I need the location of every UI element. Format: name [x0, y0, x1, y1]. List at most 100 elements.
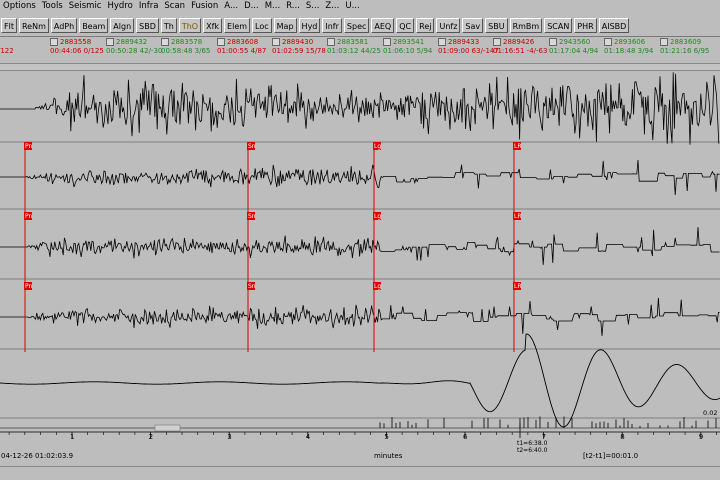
scroll-thumb[interactable]	[154, 424, 181, 432]
menu-tools-1[interactable]: Tools	[39, 0, 66, 13]
toolbar-button-sbu[interactable]: SBU	[485, 17, 508, 33]
minutes-label: minutes	[374, 452, 403, 460]
menu-scan-5[interactable]: Scan	[161, 0, 188, 13]
origin-checkbox[interactable]	[272, 38, 280, 46]
origin-time: 01:16:51 -4/-63	[493, 47, 548, 55]
phase-pick-label: Lg	[374, 283, 381, 290]
toolbar-button-renm[interactable]: ReNm	[18, 17, 49, 33]
origin-entry[interactable]: 2883609 01:21:16 6/95	[660, 38, 709, 56]
menu-d-8[interactable]: D...	[241, 0, 262, 13]
toolbar-button-algn[interactable]: Algn	[110, 17, 135, 33]
menu-u-13[interactable]: U...	[342, 0, 362, 13]
origin-entry[interactable]: 2889432 00:50:28 42/-30	[106, 38, 162, 56]
toolbar-button-xfk[interactable]: Xfk	[203, 17, 223, 33]
time-axis-tick-label: 2	[149, 433, 153, 441]
origin-entry[interactable]: 2883578 00:58:48 3/65	[161, 38, 210, 56]
origin-entry[interactable]: 2883558 00:44:06 0/125	[50, 38, 104, 56]
origin-checkbox[interactable]	[493, 38, 501, 46]
origin-checkbox[interactable]	[106, 38, 114, 46]
toolbar-button-sbd[interactable]: SBD	[136, 17, 159, 33]
toolbar-button-infr[interactable]: Infr	[322, 17, 342, 33]
toolbar-button-tho[interactable]: ThO	[178, 17, 202, 33]
phase-pick-label: Pn	[25, 283, 33, 290]
toolbar-button-rej[interactable]: Rej	[416, 17, 435, 33]
origin-checkbox[interactable]	[327, 38, 335, 46]
menu-bar: Options Tools Seismic Hydro Infra Scan Fusion A…	[0, 0, 720, 13]
beam-trace[interactable]	[0, 72, 720, 145]
origin-checkbox[interactable]	[383, 38, 391, 46]
menu-s-11[interactable]: S...	[303, 0, 323, 13]
toolbar-button-sav[interactable]: Sav	[462, 17, 484, 33]
origin-checkbox[interactable]	[604, 38, 612, 46]
origin-entry[interactable]: 2893541 01:06:10 5/94	[383, 38, 432, 56]
origin-id: 2889426	[503, 38, 535, 46]
bottom-track[interactable]	[0, 466, 720, 480]
menu-infra-4[interactable]: Infra	[136, 0, 162, 13]
origin-entry[interactable]: 2889430 01:02:59 15/78	[272, 38, 326, 56]
origin-entry[interactable]: 2889426 01:16:51 -4/-63	[493, 38, 547, 56]
menu-z-12[interactable]: Z...	[322, 0, 342, 13]
menu-hydro-3[interactable]: Hydro	[104, 0, 135, 13]
toolbar-button-phr[interactable]: PHR	[574, 17, 597, 33]
menu-a-7[interactable]: A...	[221, 0, 241, 13]
origin-entry[interactable]: 2883581 01:03:12 44/25	[327, 38, 381, 56]
toolbar-button-spec[interactable]: Spec	[343, 17, 370, 33]
time-axis-tick-label: 1	[70, 433, 74, 441]
origin-checkbox[interactable]	[660, 38, 668, 46]
origin-entry[interactable]: 2889433 01:09:00 63/-147	[438, 38, 499, 56]
origin-id: 2883558	[60, 38, 92, 46]
origin-checkbox[interactable]	[438, 38, 446, 46]
toolbar-button-flt[interactable]: Flt	[1, 17, 17, 33]
phase-pick-label: Lg	[374, 213, 381, 220]
time-axis-tick-label: 4	[306, 433, 311, 441]
menu-fusion-6[interactable]: Fusion	[188, 0, 221, 13]
waveform-display[interactable]: Pn Sn Lg LRPn Sn Lg LRPn Sn Lg LR0.021 2 3 4 5 6 7 8 9t1=…	[0, 72, 720, 452]
origin-time: 01:00:55 4/87	[217, 47, 267, 55]
seismic-trace[interactable]	[0, 227, 720, 265]
toolbar-button-loc[interactable]: Loc	[252, 17, 272, 33]
toolbar-button-scan[interactable]: SCAN	[544, 17, 573, 33]
time-scroll-strip[interactable]	[0, 63, 720, 71]
origin-checkbox[interactable]	[50, 38, 58, 46]
origin-entry[interactable]: 2883608 01:00:55 4/87	[217, 38, 266, 56]
origin-entry[interactable]: /122	[0, 38, 14, 56]
origin-entry[interactable]: 2943560 01:17:04 4/94	[549, 38, 598, 56]
menu-options-0[interactable]: Options	[0, 0, 39, 13]
menu-seismic-2[interactable]: Seismic	[66, 0, 105, 13]
origin-checkbox[interactable]	[549, 38, 557, 46]
toolbar-button-aeq[interactable]: AEQ	[371, 17, 395, 33]
toolbar-button-elem[interactable]: Elem	[224, 17, 251, 33]
time-axis-tick-label: 8	[620, 433, 624, 441]
toolbar-button-qc[interactable]: QC	[396, 17, 415, 33]
toolbar-button-rmbm[interactable]: RmBm	[509, 17, 543, 33]
toolbar-button-beam[interactable]: Beam	[79, 17, 109, 33]
toolbar-button-adph[interactable]: AdPh	[50, 17, 78, 33]
seismic-trace[interactable]	[0, 297, 720, 336]
long-period-trace[interactable]	[0, 333, 720, 428]
toolbar: Flt ReNm AdPh Beam Algn SBD Th ThO Xfk Elem Loc Map…	[0, 15, 720, 35]
origin-checkbox[interactable]	[161, 38, 169, 46]
scale-value: 0.02	[703, 409, 717, 417]
menu-r-10[interactable]: R...	[283, 0, 303, 13]
toolbar-button-unfz[interactable]: Unfz	[436, 17, 461, 33]
origin-id: 2883578	[171, 38, 203, 46]
origin-id: 2889432	[116, 38, 148, 46]
toolbar-button-map[interactable]: Map	[273, 17, 297, 33]
origin-entry[interactable]: 2893606 01:18:48 3/94	[604, 38, 653, 56]
origin-time: 01:03:12 44/25	[327, 47, 381, 55]
start-time-label: 04-12-26 01:02:03.9	[1, 452, 74, 460]
cursor-t1-label: t1=6:38.0	[517, 440, 548, 447]
origin-time: 00:50:28 42/-30	[106, 47, 163, 55]
time-axis-tick-label: 6	[463, 433, 468, 441]
toolbar-button-hyd[interactable]: Hyd	[298, 17, 321, 33]
toolbar-button-aisbd[interactable]: AISBD	[598, 17, 630, 33]
menu-m-9[interactable]: M...	[262, 0, 283, 13]
toolbar-button-th[interactable]: Th	[160, 17, 177, 33]
origin-id: 2883581	[337, 38, 369, 46]
seismic-trace[interactable]	[0, 159, 720, 196]
origin-time: 01:09:00 63/-147	[438, 47, 499, 55]
origin-time: 01:18:48 3/94	[604, 47, 654, 55]
origin-checkbox[interactable]	[217, 38, 225, 46]
toolbar-separator	[0, 36, 720, 37]
origin-time: 00:44:06 0/125	[50, 47, 104, 55]
